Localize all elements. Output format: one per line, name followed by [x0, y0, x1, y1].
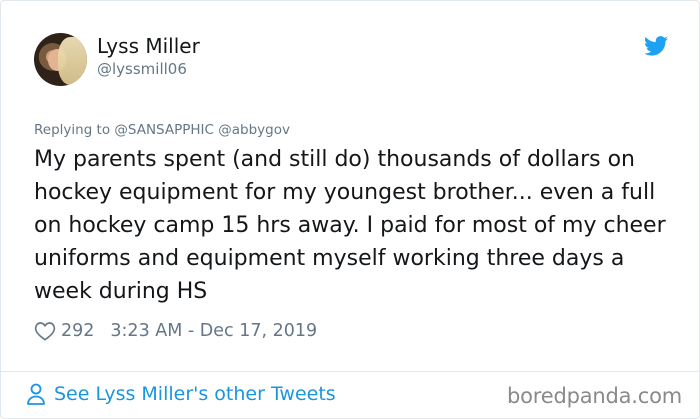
see-other-tweets-link[interactable]: See Lyss Miller's other Tweets — [26, 383, 336, 405]
author-handle[interactable]: @lyssmill06 — [97, 60, 187, 78]
tweet-card: Lyss Miller @lyssmill06 Replying to @SAN… — [0, 0, 700, 419]
see-other-tweets-label: See Lyss Miller's other Tweets — [54, 383, 336, 405]
author-name[interactable]: Lyss Miller — [97, 34, 200, 58]
reply-mentions[interactable]: @SANSAPPHIC @abbygov — [114, 122, 290, 138]
boredpanda-watermark: boredpanda.com — [507, 384, 683, 408]
tweet-timestamp[interactable]: 3:23 AM - Dec 17, 2019 — [110, 321, 317, 341]
footer-divider — [1, 371, 699, 372]
like-count: 292 — [61, 321, 95, 341]
reply-context: Replying to @SANSAPPHIC @abbygov — [34, 122, 290, 138]
avatar[interactable] — [34, 33, 87, 86]
avatar-hair — [58, 37, 87, 85]
tweet-text: My parents spent (and still do) thousand… — [34, 147, 666, 304]
twitter-bird-icon[interactable] — [644, 36, 668, 56]
heart-outline-icon[interactable] — [34, 321, 56, 341]
tweet-meta: 292 3:23 AM - Dec 17, 2019 — [34, 319, 317, 343]
reply-prefix: Replying to — [34, 122, 111, 138]
person-icon — [27, 383, 45, 405]
